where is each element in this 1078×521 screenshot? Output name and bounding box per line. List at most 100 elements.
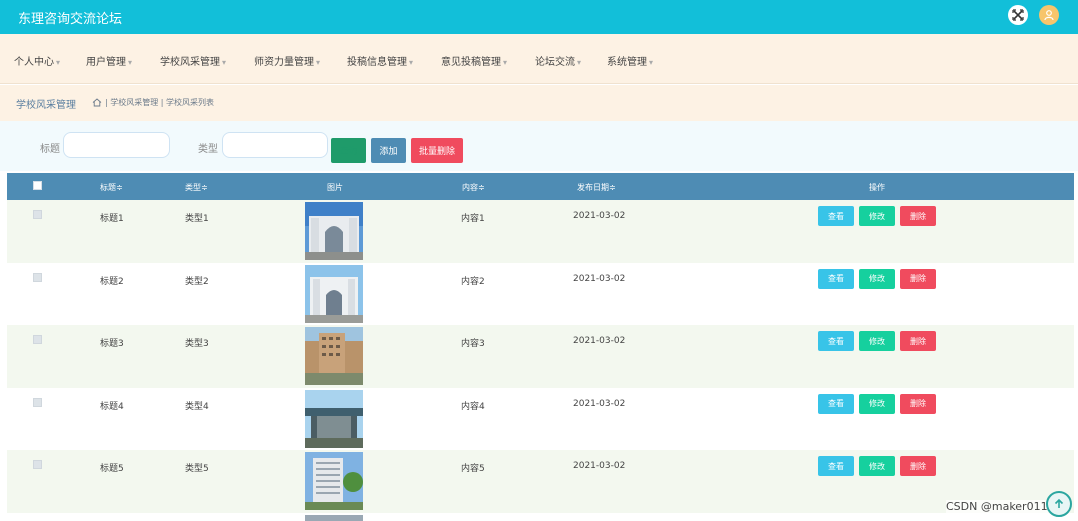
chevron-down-icon: ▾: [128, 58, 133, 67]
app-header: 东理咨询交流论坛: [0, 0, 1078, 34]
edit-button[interactable]: 修改: [859, 331, 895, 351]
header-title[interactable]: 标题≑: [100, 182, 123, 193]
cell-type: 类型2: [185, 276, 209, 287]
watermark: CSDN @maker011: [946, 500, 1048, 513]
view-button[interactable]: 查看: [818, 268, 854, 289]
table-header: 标题≑ 类型≑ 图片 内容≑ 发布日期≑ 操作: [7, 173, 1074, 200]
search-bar: 标题 类型 查询 添加 批量删除: [0, 121, 1078, 171]
table-row: 标题3 类型3 内容3 2021-03-02 查看 修改 删除: [7, 325, 1074, 388]
table-row: 标题1 类型1 内容1 2021-03-02 查看 修改 删除: [7, 200, 1074, 263]
back-to-top-button[interactable]: [1046, 491, 1072, 517]
row-actions: 查看 修改 删除: [818, 268, 936, 289]
row-checkbox[interactable]: [33, 397, 42, 407]
row-actions: 查看 修改 删除: [818, 456, 936, 476]
delete-button[interactable]: 删除: [900, 393, 936, 414]
header-content[interactable]: 内容≑: [462, 182, 485, 193]
type-label: 类型: [198, 144, 218, 155]
chevron-down-icon: ▾: [649, 58, 654, 67]
breadcrumb-path: | 学校风采管理 | 学校风采列表: [92, 97, 214, 108]
chevron-down-icon: ▾: [409, 58, 414, 67]
edit-button[interactable]: 修改: [859, 393, 895, 414]
row-image: [305, 389, 363, 448]
cell-content: 内容4: [461, 401, 485, 412]
row-image: [305, 514, 363, 521]
cell-type: 类型1: [185, 214, 209, 224]
view-button[interactable]: 查看: [818, 206, 854, 226]
delete-button[interactable]: 删除: [900, 268, 936, 289]
delete-button[interactable]: 删除: [900, 456, 936, 476]
delete-button[interactable]: 删除: [900, 206, 936, 226]
add-button[interactable]: 添加: [371, 138, 406, 163]
header-type[interactable]: 类型≑: [185, 182, 208, 193]
chevron-down-icon: ▾: [316, 58, 321, 67]
chevron-down-icon: ▾: [56, 58, 61, 67]
header-image: 图片: [327, 183, 343, 192]
data-table: 标题≑ 类型≑ 图片 内容≑ 发布日期≑ 操作 标题1 类型1 内容1 2021…: [7, 173, 1074, 521]
row-actions: 查看 修改 删除: [818, 393, 936, 414]
cell-date: 2021-03-02: [573, 461, 626, 471]
app-title: 东理咨询交流论坛: [18, 12, 123, 27]
fullscreen-button[interactable]: [1008, 5, 1028, 25]
nav-item-faculty[interactable]: 师资力量管理 ▾: [254, 53, 320, 68]
breadcrumb-section: 学校风采管理: [16, 100, 76, 111]
header-date[interactable]: 发布日期≑: [577, 182, 616, 193]
header-actions: 操作: [869, 183, 885, 192]
row-checkbox[interactable]: [33, 335, 42, 344]
cell-title: 标题3: [100, 339, 124, 349]
cell-content: 内容1: [461, 214, 485, 224]
cell-date: 2021-03-02: [573, 273, 626, 284]
view-button[interactable]: 查看: [818, 393, 854, 414]
table-row: 标题4 类型4 内容4 2021-03-02 查看 修改 删除: [7, 388, 1074, 451]
user-icon: [1044, 10, 1054, 21]
cell-content: 内容3: [461, 339, 485, 349]
row-checkbox[interactable]: [33, 272, 42, 282]
cell-date: 2021-03-02: [573, 336, 626, 346]
nav-item-feedback[interactable]: 意见投稿管理 ▾: [441, 53, 507, 68]
nav-item-submission-info[interactable]: 投稿信息管理 ▾: [347, 53, 413, 68]
view-button[interactable]: 查看: [818, 456, 854, 476]
title-label: 标题: [40, 144, 60, 155]
row-checkbox[interactable]: [33, 210, 42, 219]
main-nav: 个人中心 ▾ 用户管理 ▾ 学校风采管理 ▾ 师资力量管理 ▾ 投稿信息管理 ▾ 意见投稿…: [0, 34, 1078, 84]
row-image: [305, 327, 363, 385]
cell-title: 标题4: [100, 401, 124, 412]
home-icon[interactable]: [92, 98, 102, 107]
cell-type: 类型3: [185, 339, 209, 349]
edit-button[interactable]: 修改: [859, 206, 895, 226]
row-image: [305, 202, 363, 260]
cell-title: 标题2: [100, 276, 124, 287]
cell-type: 类型5: [185, 464, 209, 474]
row-checkbox[interactable]: [33, 460, 42, 469]
avatar[interactable]: [1039, 5, 1059, 25]
chevron-down-icon: ▾: [222, 58, 227, 67]
cell-title: 标题5: [100, 464, 124, 474]
table-row: 标题5 类型5 内容5 2021-03-02 查看 修改 删除: [7, 450, 1074, 513]
table-row: 标题2 类型2 内容2 2021-03-02 查看 修改 删除: [7, 263, 1074, 326]
edit-button[interactable]: 修改: [859, 456, 895, 476]
nav-item-user-management[interactable]: 用户管理 ▾: [86, 53, 132, 68]
expand-icon: [1012, 9, 1024, 21]
cell-date: 2021-03-02: [573, 211, 626, 221]
chevron-down-icon: ▾: [503, 58, 508, 67]
edit-button[interactable]: 修改: [859, 268, 895, 289]
view-button[interactable]: 查看: [818, 331, 854, 351]
row-actions: 查看 修改 删除: [818, 331, 936, 351]
cell-date: 2021-03-02: [573, 398, 626, 409]
nav-item-school-style[interactable]: 学校风采管理 ▾: [160, 53, 226, 68]
cell-content: 内容5: [461, 464, 485, 474]
chevron-down-icon: ▾: [577, 58, 582, 67]
row-actions: 查看 修改 删除: [818, 206, 936, 226]
nav-item-system[interactable]: 系统管理 ▾: [607, 53, 653, 68]
breadcrumb: 学校风采管理 | 学校风采管理 | 学校风采列表: [0, 85, 1078, 121]
query-button[interactable]: 查询: [331, 138, 366, 163]
type-input[interactable]: [222, 132, 328, 158]
select-all-checkbox[interactable]: [33, 181, 42, 190]
delete-button[interactable]: 删除: [900, 331, 936, 351]
cell-title: 标题1: [100, 214, 124, 224]
arrow-up-icon: [1054, 498, 1064, 508]
nav-item-personal-center[interactable]: 个人中心 ▾: [14, 53, 60, 68]
title-input[interactable]: [63, 132, 170, 158]
batch-delete-button[interactable]: 批量删除: [411, 138, 463, 163]
nav-item-forum[interactable]: 论坛交流 ▾: [535, 53, 581, 68]
breadcrumb-path-text[interactable]: | 学校风采管理 | 学校风采列表: [105, 97, 214, 108]
